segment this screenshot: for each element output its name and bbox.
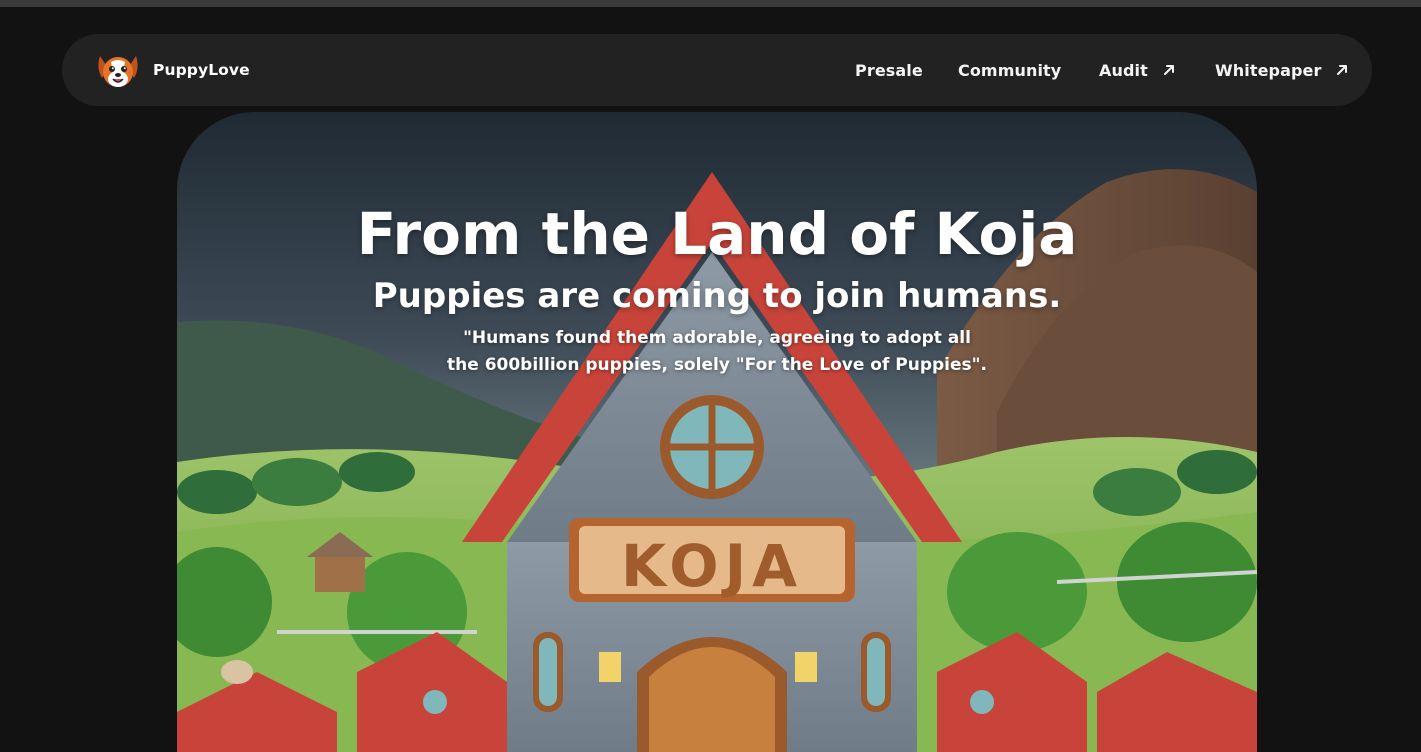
nav-community[interactable]: Community	[958, 58, 1061, 82]
nav-community-label: Community	[958, 60, 1062, 80]
hero-section: KOJA From the Land of Koja Puppies are c…	[177, 112, 1257, 752]
koja-sign-text: KOJA	[621, 532, 803, 600]
browser-top-strip	[0, 0, 1421, 7]
puppy-face-icon	[98, 56, 138, 87]
brand[interactable]: PuppyLove	[94, 48, 250, 92]
nav-whitepaper-label: Whitepaper	[1215, 60, 1322, 80]
hero-quote: "Humans found them adorable, agreeing to…	[447, 328, 987, 375]
nav-audit[interactable]: Audit	[1099, 58, 1176, 82]
top-navbar: PuppyLove Presale Community Audit Whitep…	[62, 34, 1372, 106]
brand-name: PuppyLove	[153, 61, 250, 79]
nav-whitepaper[interactable]: Whitepaper	[1215, 58, 1349, 82]
nav-presale[interactable]: Presale	[855, 58, 923, 82]
nav-audit-label: Audit	[1099, 60, 1148, 80]
hero-subtitle: Puppies are coming to join humans.	[372, 276, 1062, 316]
nav-presale-label: Presale	[855, 60, 923, 80]
arrow-up-right-icon	[1163, 65, 1174, 75]
hero-title: From the Land of Koja	[356, 200, 1078, 268]
arrow-up-right-icon	[1337, 65, 1348, 75]
